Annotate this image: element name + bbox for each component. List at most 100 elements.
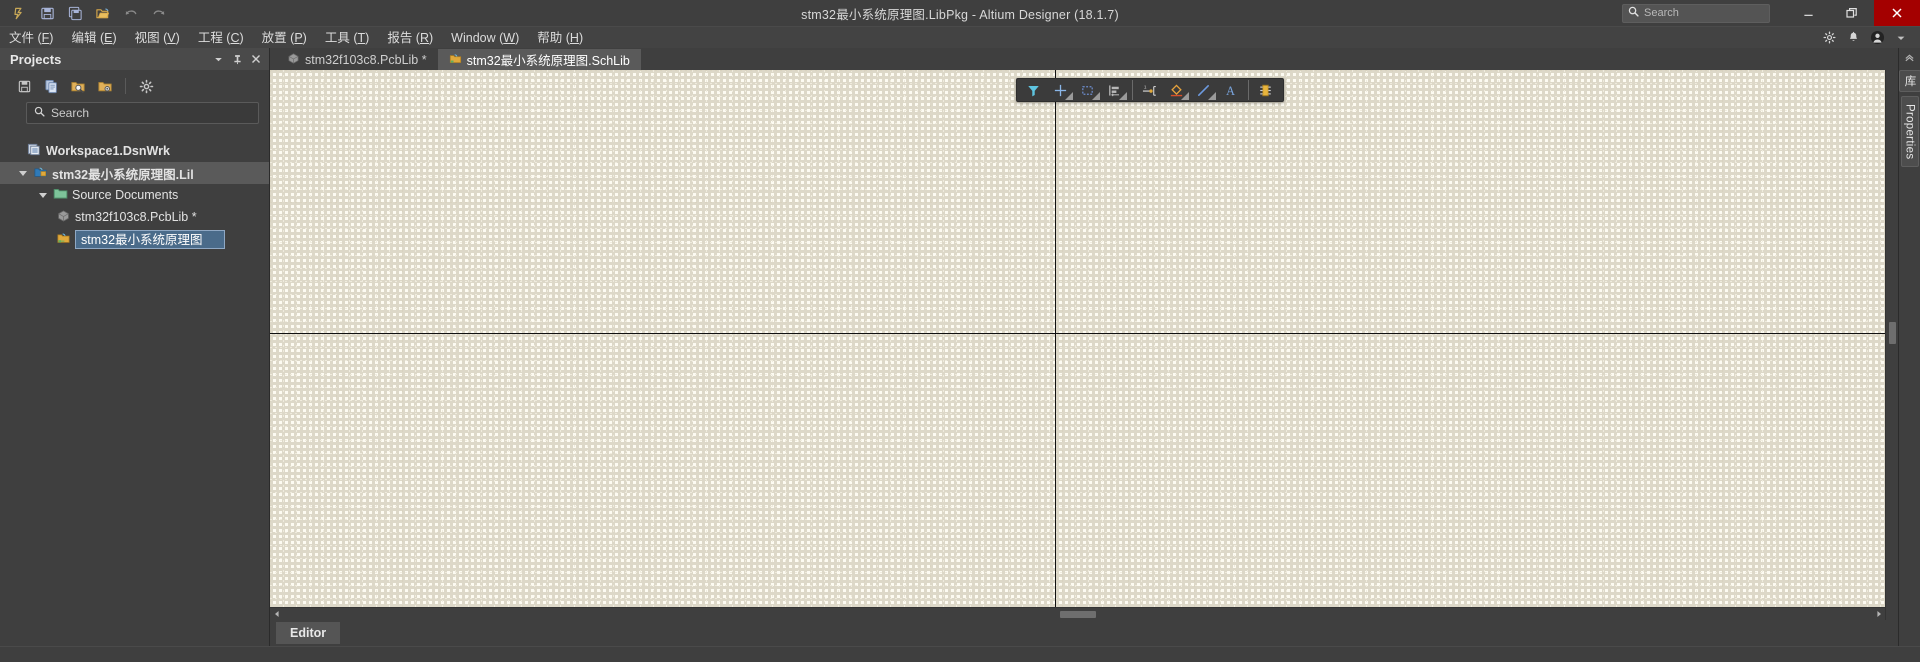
menu-window[interactable]: Window (W)	[442, 27, 528, 49]
menu-bar: 文件 (F) 编辑 (E) 视图 (V) 工程 (C) 放置 (P) 工具 (T…	[0, 26, 1920, 48]
toolbar-separator	[1131, 80, 1133, 100]
properties-panel-tab[interactable]: Properties	[1900, 95, 1919, 168]
minimize-button[interactable]	[1786, 0, 1830, 26]
menu-edit[interactable]: 编辑 (E)	[62, 27, 125, 49]
menubar-right-icons	[1818, 28, 1920, 48]
bell-icon[interactable]	[1842, 28, 1864, 48]
horizontal-scrollbar[interactable]	[270, 607, 1885, 620]
place-line-icon[interactable]	[1191, 80, 1217, 101]
menu-reports[interactable]: 报告 (R)	[378, 27, 442, 49]
status-bar	[0, 646, 1920, 662]
menu-help[interactable]: 帮助 (H)	[528, 27, 592, 49]
panel-menu-dropdown[interactable]	[209, 50, 227, 68]
project-settings-gear-icon[interactable]	[134, 74, 158, 98]
altium-logo-icon[interactable]	[6, 1, 32, 25]
vertical-scroll-thumb[interactable]	[1889, 322, 1896, 344]
global-search-placeholder: Search	[1644, 7, 1679, 19]
folder-expander[interactable]	[36, 192, 49, 198]
workspace-icon	[27, 142, 42, 160]
toolbar-separator	[1247, 80, 1249, 100]
source-documents-label: Source Documents	[72, 188, 179, 202]
redo-icon[interactable]	[146, 1, 172, 25]
title-bar: stm32最小系统原理图.LibPkg - Altium Designer (1…	[0, 0, 1920, 26]
workspace-label: Workspace1.DsnWrk	[46, 144, 170, 158]
folder-options-icon[interactable]	[93, 74, 117, 98]
window-controls-area: Search	[1622, 0, 1920, 26]
search-icon	[1628, 4, 1639, 22]
crosshair-place-icon[interactable]	[1048, 80, 1074, 101]
tab-editor-label: Editor	[290, 626, 327, 640]
save-icon[interactable]	[34, 1, 60, 25]
menu-tools[interactable]: 工具 (T)	[316, 27, 378, 49]
panel-pin-button[interactable]	[228, 50, 246, 68]
library-panel-tab[interactable]: 库	[1898, 70, 1920, 92]
tree-item-schlib-document[interactable]: stm32最小系统原理图	[0, 228, 269, 250]
expand-dock-chevron-icon[interactable]	[1904, 52, 1915, 66]
selection-rectangle-icon[interactable]	[1075, 80, 1101, 101]
projects-panel-toolbar	[0, 70, 269, 102]
doc-tab-schlib[interactable]: stm32最小系统原理图.SchLib	[437, 49, 641, 70]
pcblib-icon	[287, 52, 300, 68]
grid-layer	[270, 70, 1885, 607]
quick-access-toolbar	[0, 1, 172, 25]
projects-search-wrap: Search	[0, 102, 269, 124]
gear-icon[interactable]	[1818, 28, 1840, 48]
search-icon	[34, 104, 45, 122]
close-button[interactable]	[1874, 0, 1920, 26]
panel-close-button[interactable]	[247, 50, 265, 68]
svg-text:1: 1	[1144, 84, 1147, 89]
tab-editor[interactable]: Editor	[276, 622, 341, 644]
horizontal-scroll-thumb[interactable]	[1059, 610, 1096, 618]
copy-documents-icon[interactable]	[39, 74, 63, 98]
schlib-icon	[449, 52, 462, 68]
toolbar-separator	[125, 78, 126, 94]
document-tab-bar: stm32f103c8.PcbLib * stm32最小系统原理图.SchLib	[270, 48, 1898, 70]
vertical-scrollbar[interactable]	[1885, 70, 1898, 620]
project-label: stm32最小系统原理图.Lil	[52, 167, 194, 182]
undo-icon[interactable]	[118, 1, 144, 25]
projects-panel: Projects Search Workspace1.DsnWrk stm32最…	[0, 48, 270, 646]
menu-file[interactable]: 文件 (F)	[0, 27, 62, 49]
projects-search-input[interactable]: Search	[26, 102, 259, 124]
scroll-left-arrow[interactable]	[270, 608, 283, 621]
origin-axis-horizontal	[270, 333, 1885, 334]
editor-area: stm32f103c8.PcbLib * stm32最小系统原理图.SchLib	[270, 48, 1898, 646]
rename-document-input[interactable]: stm32最小系统原理图	[75, 229, 225, 249]
place-component-icon[interactable]	[1253, 80, 1279, 101]
doc-tab-pcblib-label: stm32f103c8.PcbLib *	[305, 52, 427, 67]
menu-project[interactable]: 工程 (C)	[189, 27, 253, 49]
menu-view[interactable]: 视图 (V)	[126, 27, 189, 49]
place-text-icon[interactable]: A	[1218, 80, 1244, 101]
filter-icon[interactable]	[1021, 80, 1047, 101]
save-all-icon[interactable]	[62, 1, 88, 25]
canvas-wrap: 1 A	[270, 70, 1898, 620]
canvas-outer: 1 A	[270, 70, 1885, 620]
scroll-right-arrow[interactable]	[1872, 608, 1885, 621]
schematic-library-canvas[interactable]: 1 A	[270, 70, 1885, 607]
folder-search-icon[interactable]	[66, 74, 90, 98]
doc-tab-pcblib[interactable]: stm32f103c8.PcbLib *	[276, 49, 438, 70]
project-expander[interactable]	[16, 170, 29, 176]
tree-item-source-documents[interactable]: Source Documents	[0, 184, 269, 206]
user-avatar-icon[interactable]	[1866, 28, 1888, 48]
global-search-box[interactable]: Search	[1622, 3, 1770, 23]
origin-axis-vertical	[1055, 70, 1056, 607]
altium-designer-window: stm32最小系统原理图.LibPkg - Altium Designer (1…	[0, 0, 1920, 662]
open-folder-icon[interactable]	[90, 1, 116, 25]
place-polygon-icon[interactable]	[1164, 80, 1190, 101]
place-pin-icon[interactable]: 1	[1137, 80, 1163, 101]
tree-item-project[interactable]: stm32最小系统原理图.Lil	[0, 162, 269, 184]
menu-place[interactable]: 放置 (P)	[253, 27, 316, 49]
save-project-icon[interactable]	[12, 74, 36, 98]
schlib-icon	[56, 231, 71, 248]
bottom-tab-bar: Editor	[270, 620, 1898, 646]
tree-item-pcblib-document[interactable]: stm32f103c8.PcbLib *	[0, 206, 269, 228]
project-tree: Workspace1.DsnWrk stm32最小系统原理图.Lil Sourc…	[0, 140, 269, 250]
doc-tab-schlib-label: stm32最小系统原理图.SchLib	[466, 54, 630, 68]
align-icon[interactable]	[1102, 80, 1128, 101]
right-dock: 库 Properties	[1898, 48, 1920, 646]
chevron-down-icon[interactable]	[1890, 28, 1912, 48]
pcblib-document-label: stm32f103c8.PcbLib *	[75, 210, 197, 224]
tree-item-workspace[interactable]: Workspace1.DsnWrk	[0, 140, 269, 162]
restore-button[interactable]	[1830, 0, 1874, 26]
